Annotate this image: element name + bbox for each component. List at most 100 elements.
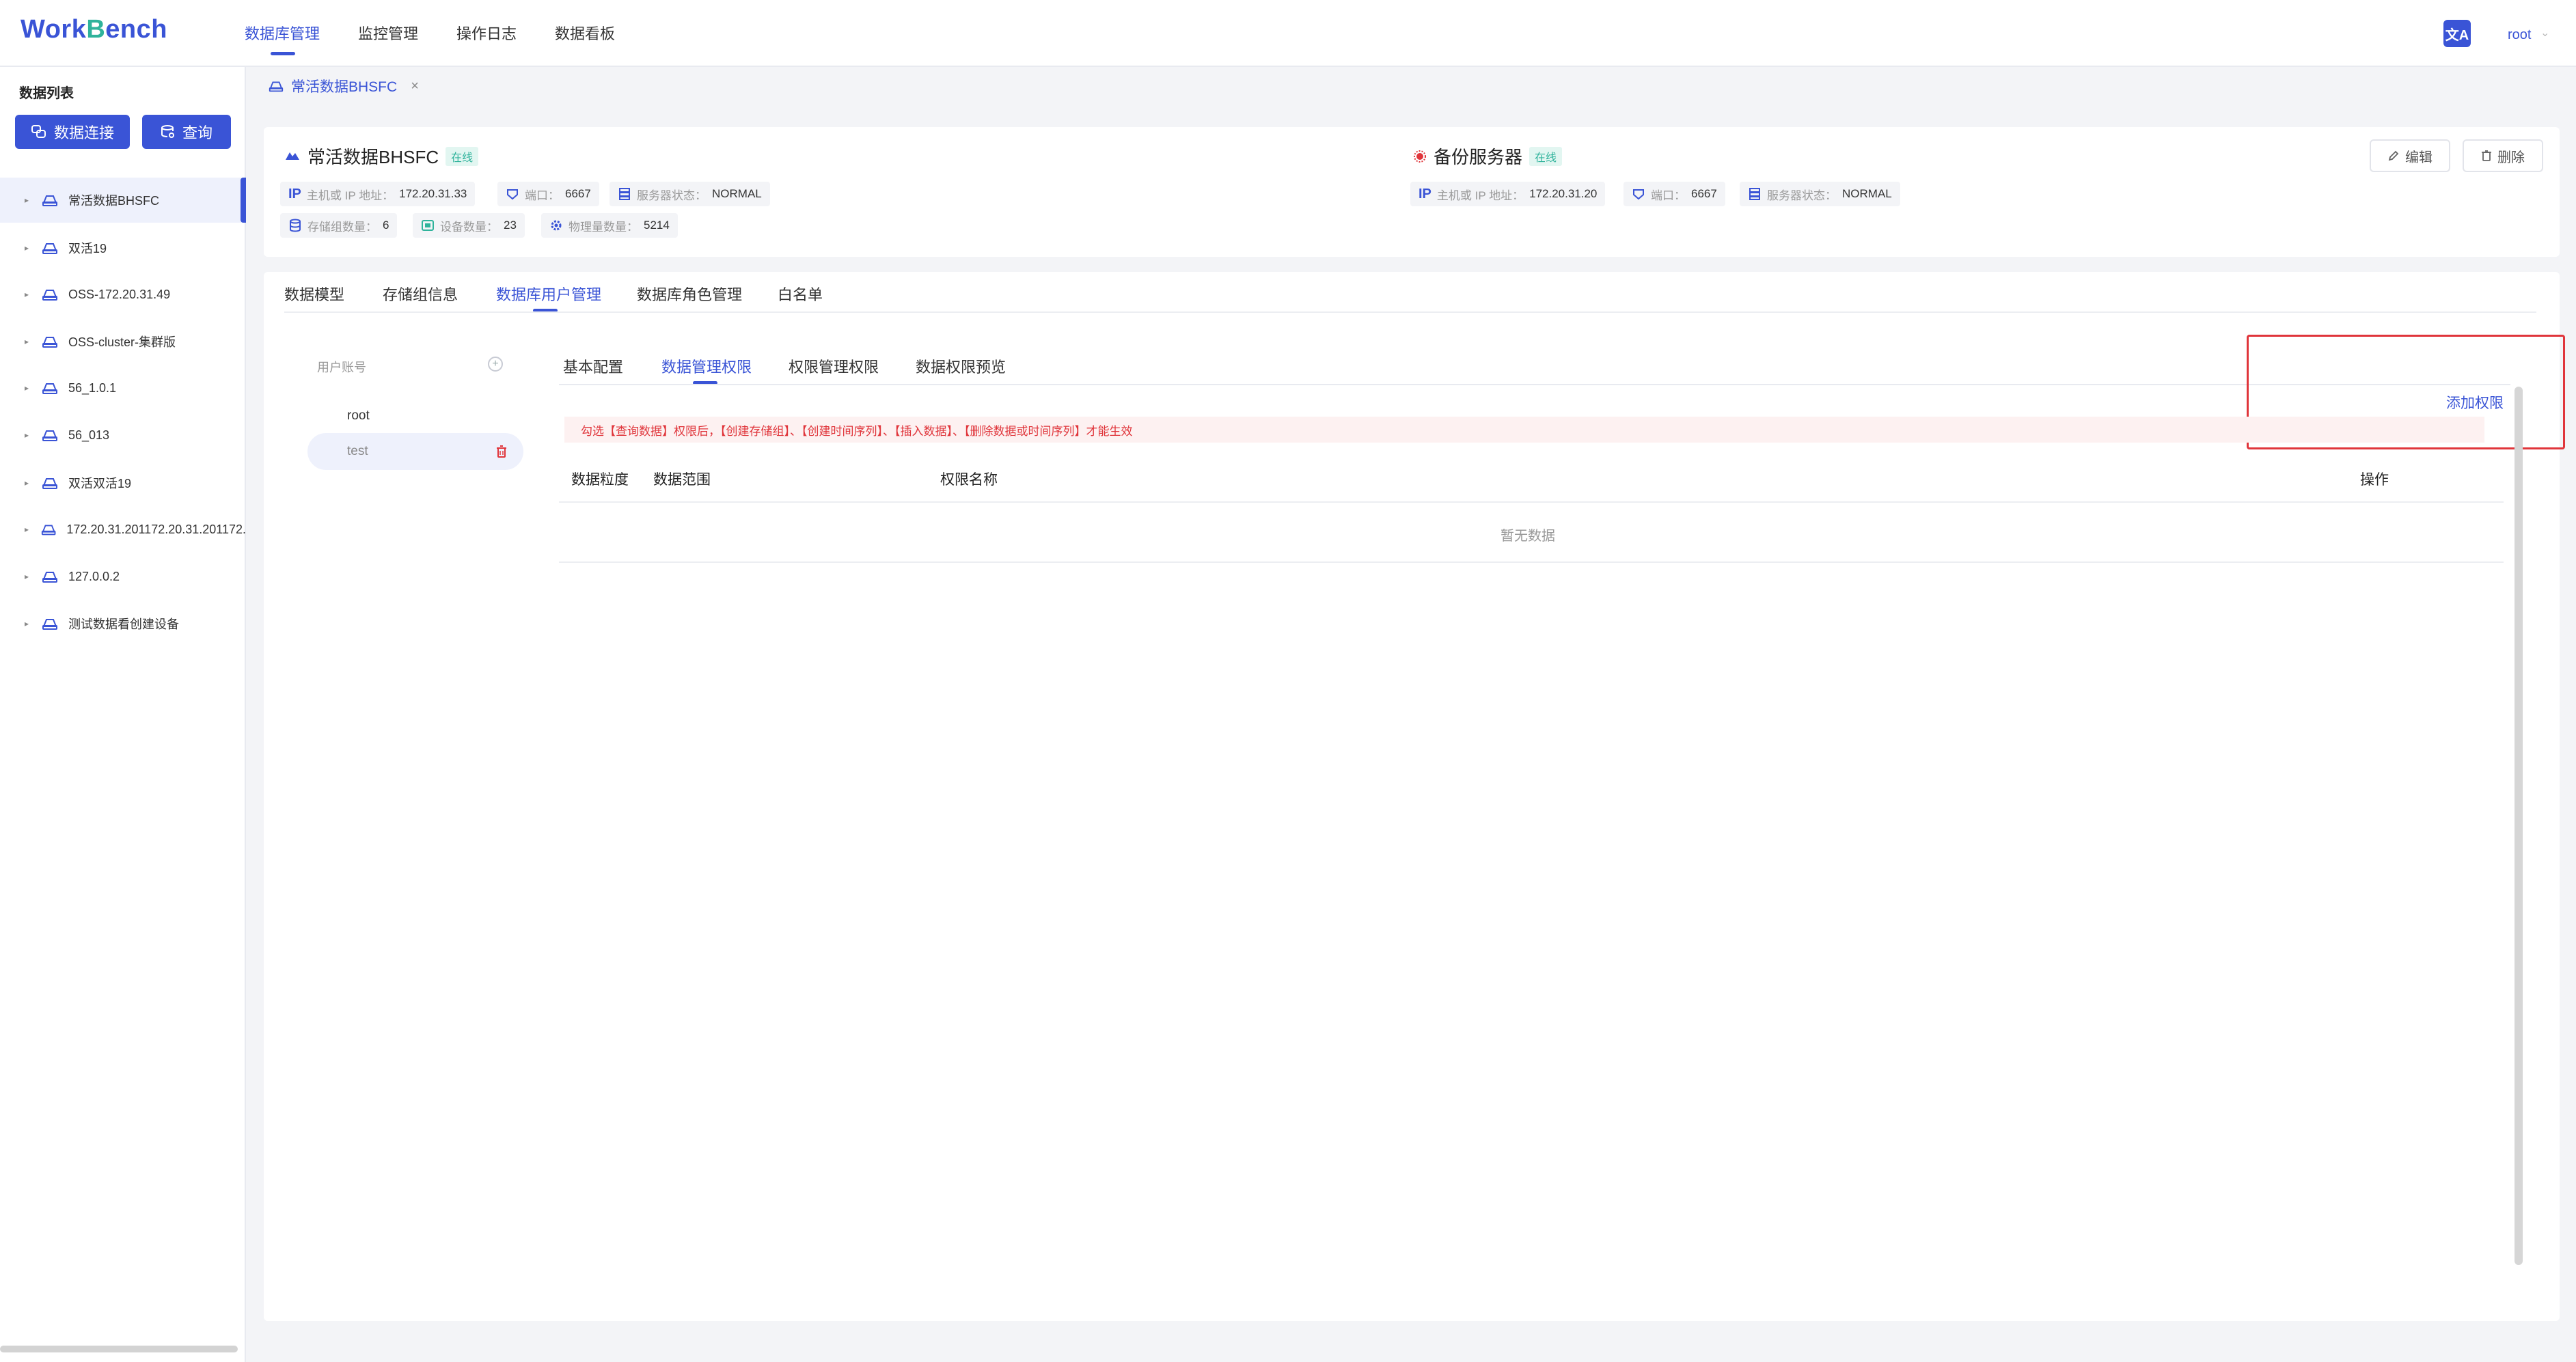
nav-database-management[interactable]: 数据库管理 xyxy=(245,22,320,44)
sub-tab-divider xyxy=(559,384,2510,385)
open-tab[interactable]: 常活数据BHSFC × xyxy=(268,74,419,98)
primary-port-stat: 端口： 6667 xyxy=(497,182,599,206)
tab-permission-management-permission[interactable]: 权限管理权限 xyxy=(789,355,879,377)
user-item-root[interactable]: root xyxy=(307,398,523,434)
chevron-down-icon[interactable]: ⌄ xyxy=(2540,26,2549,40)
backup-server-title: 备份服务器 在线 xyxy=(1413,143,1563,169)
user-item-test[interactable]: test xyxy=(307,433,523,470)
caret-right-icon[interactable]: ▸ xyxy=(25,290,34,299)
nav-active-indicator xyxy=(271,52,295,55)
tree-item[interactable]: ▸ OSS-172.20.31.49 xyxy=(0,272,246,317)
delete-button[interactable]: 删除 xyxy=(2463,139,2543,172)
server-rack-icon xyxy=(619,188,630,200)
port-label: 端口： xyxy=(1651,189,1686,202)
tree-item[interactable]: ▸ 常活数据BHSFC xyxy=(0,178,246,223)
tree-item[interactable]: ▸ 56_013 xyxy=(0,413,246,458)
server-icon xyxy=(42,195,57,206)
column-header-data-scope: 数据范围 xyxy=(653,472,711,488)
tree-item[interactable]: ▸ 127.0.0.2 xyxy=(0,554,246,599)
column-header-permission-name: 权限名称 xyxy=(940,472,998,488)
primary-server-title: 常活数据BHSFC 在线 xyxy=(284,143,479,169)
edit-button[interactable]: 编辑 xyxy=(2370,139,2450,172)
tab-data-management-permission[interactable]: 数据管理权限 xyxy=(661,355,752,377)
open-tab-label: 常活数据BHSFC xyxy=(291,79,398,95)
nav-data-dashboard[interactable]: 数据看板 xyxy=(555,22,615,44)
tree-item-label: 测试数据看创建设备 xyxy=(68,617,179,631)
server-icon xyxy=(42,430,57,441)
table-bottom-divider xyxy=(559,561,2504,563)
caret-right-icon[interactable]: ▸ xyxy=(25,337,34,346)
status-badge: 在线 xyxy=(446,146,479,166)
device-icon xyxy=(422,220,434,231)
tree-item[interactable]: ▸ 测试数据看创建设备 xyxy=(0,601,246,646)
tree-item[interactable]: ▸ 172.20.31.201172.20.31.201172. xyxy=(0,507,246,552)
status-badge: 在线 xyxy=(1529,146,1563,166)
edit-icon xyxy=(2388,150,2399,161)
translate-icon[interactable]: 文A xyxy=(2443,20,2471,47)
trash-icon[interactable] xyxy=(496,445,507,458)
tab-data-model[interactable]: 数据模型 xyxy=(284,283,344,305)
data-connect-button[interactable]: 数据连接 xyxy=(15,115,130,149)
workbench-logo[interactable]: WorkBench xyxy=(20,15,167,44)
server-icon xyxy=(269,81,284,92)
ip-label: 主机或 IP 地址： xyxy=(1436,189,1524,202)
tree-item[interactable]: ▸ OSS-cluster-集群版 xyxy=(0,319,246,364)
server-status-value: NORMAL xyxy=(712,187,762,200)
vertical-scrollbar[interactable] xyxy=(2515,387,2523,1265)
caret-right-icon[interactable]: ▸ xyxy=(25,383,34,393)
measurement-count-label: 物理量数量： xyxy=(568,220,638,234)
tree-item-label: 127.0.0.2 xyxy=(68,569,120,583)
tab-db-user-management[interactable]: 数据库用户管理 xyxy=(496,283,601,305)
tab-basic-config[interactable]: 基本配置 xyxy=(563,355,623,377)
tab-data-permission-preview[interactable]: 数据权限预览 xyxy=(916,355,1006,377)
port-value: 6667 xyxy=(565,187,591,200)
device-count-stat: 设备数量： 23 xyxy=(413,213,525,238)
server-icon xyxy=(42,337,57,348)
caret-right-icon[interactable]: ▸ xyxy=(25,619,34,628)
add-permission-link[interactable]: 添加权限 xyxy=(2446,392,2504,413)
caret-right-icon[interactable]: ▸ xyxy=(25,572,34,581)
server-status-value: NORMAL xyxy=(1842,187,1892,200)
caret-right-icon[interactable]: ▸ xyxy=(25,243,34,253)
storage-group-stat: 存储组数量： 6 xyxy=(280,213,398,238)
server-icon xyxy=(42,243,57,254)
tab-whitelist[interactable]: 白名单 xyxy=(778,283,823,305)
sidebar: 数据列表 数据连接 查询 ▸ 常活数据BHSFC ▸ 双活19 ▸ OSS-17… xyxy=(0,67,246,1362)
ip-icon: IP xyxy=(1419,186,1431,201)
tab-db-role-management[interactable]: 数据库角色管理 xyxy=(637,283,742,305)
server-icon xyxy=(42,572,57,583)
user-menu[interactable]: root xyxy=(2508,27,2531,43)
server-icon xyxy=(41,525,56,536)
caret-right-icon[interactable]: ▸ xyxy=(25,195,34,205)
port-label: 端口： xyxy=(525,189,560,202)
caret-right-icon[interactable]: ▸ xyxy=(25,525,33,534)
sidebar-horizontal-scrollbar[interactable] xyxy=(0,1346,238,1352)
nav-monitor-management[interactable]: 监控管理 xyxy=(358,22,418,44)
primary-server-status-stat: 服务器状态： NORMAL xyxy=(609,182,770,206)
tree-item[interactable]: ▸ 双活双活19 xyxy=(0,460,246,505)
caret-right-icon[interactable]: ▸ xyxy=(25,430,34,440)
ip-icon: IP xyxy=(288,186,301,201)
empty-state-text: 暂无数据 xyxy=(1501,529,1555,544)
server-icon xyxy=(42,619,57,630)
tree-item-label: 常活数据BHSFC xyxy=(68,194,160,208)
data-connect-label: 数据连接 xyxy=(53,124,114,141)
add-user-button[interactable]: + xyxy=(488,357,503,372)
close-icon[interactable]: × xyxy=(411,79,419,94)
storage-group-value: 6 xyxy=(383,219,389,232)
tree-item-label: 双活19 xyxy=(68,242,107,255)
port-icon xyxy=(1633,189,1644,200)
query-button[interactable]: 查询 xyxy=(142,115,231,149)
caret-right-icon[interactable]: ▸ xyxy=(25,478,34,488)
server-status-label: 服务器状态： xyxy=(637,189,707,202)
tree-item[interactable]: ▸ 双活19 xyxy=(0,225,246,270)
tab-storage-group-info[interactable]: 存储组信息 xyxy=(383,283,458,305)
nav-operation-log[interactable]: 操作日志 xyxy=(456,22,517,44)
trash-icon xyxy=(2482,150,2491,161)
gear-icon xyxy=(551,220,562,231)
tree-item-label: 56_013 xyxy=(68,428,110,442)
backup-server-icon xyxy=(1414,150,1426,163)
delete-label: 删除 xyxy=(2497,150,2525,165)
tree-item[interactable]: ▸ 56_1.0.1 xyxy=(0,365,246,411)
storage-group-label: 存储组数量： xyxy=(307,220,377,234)
